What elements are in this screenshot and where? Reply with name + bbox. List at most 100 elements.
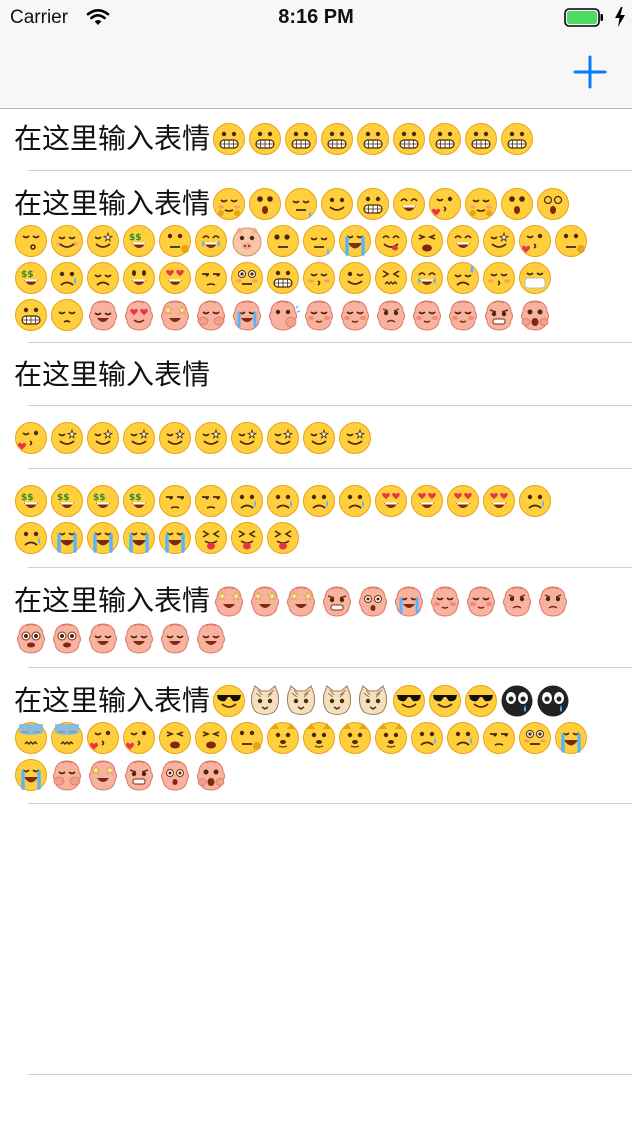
cell-separator xyxy=(28,1074,632,1075)
emoji-row: 在这里输入表情 xyxy=(14,356,618,393)
table-cell[interactable]: 在这里输入表情 xyxy=(0,668,632,804)
pink-dizzy-icon xyxy=(158,758,192,792)
wink-star-icon xyxy=(230,421,264,455)
heart-eyes-icon xyxy=(158,261,192,295)
svg-text:$$: $$ xyxy=(129,493,142,503)
emoji-row xyxy=(14,519,618,556)
table-cell[interactable]: 在这里输入表情 xyxy=(0,568,632,668)
wink-star-icon xyxy=(338,421,372,455)
tears-joy-icon xyxy=(194,224,228,258)
plus-icon xyxy=(573,55,607,89)
doge-icon xyxy=(266,721,300,755)
laugh-icon xyxy=(392,187,426,221)
unamused-icon xyxy=(482,721,516,755)
sad-icon xyxy=(230,484,264,518)
grin-icon xyxy=(464,122,498,156)
table-cell[interactable]: 在这里输入表情 xyxy=(0,343,632,406)
clock-time: 8:16 PM xyxy=(278,6,354,28)
tongue-icon xyxy=(230,521,264,555)
svg-text:$$: $$ xyxy=(93,493,106,503)
cell-text: 在这里输入表情 xyxy=(14,186,211,220)
money-icon: $$ xyxy=(14,261,48,295)
svg-text:$$: $$ xyxy=(57,493,70,503)
heart-eyes-icon xyxy=(410,484,444,518)
sad-icon xyxy=(266,484,300,518)
sleepy-icon xyxy=(284,187,318,221)
table-cell[interactable]: 在这里输入表情 xyxy=(0,108,632,171)
flushed-icon xyxy=(230,261,264,295)
pink-star-icon xyxy=(248,584,282,618)
cool-icon xyxy=(212,684,246,718)
pink-cover-icon xyxy=(50,758,84,792)
sad-icon xyxy=(410,721,444,755)
shy-icon xyxy=(212,187,246,221)
mask-icon xyxy=(518,261,552,295)
tired-icon xyxy=(410,224,444,258)
money-icon: $$ xyxy=(86,484,120,518)
meh-icon xyxy=(14,721,48,755)
wink-star-icon xyxy=(86,224,120,258)
table-cell[interactable] xyxy=(0,406,632,469)
cry-loud-icon xyxy=(86,521,120,555)
pink-eyes-icon xyxy=(14,621,48,655)
wink-icon xyxy=(338,261,372,295)
cry-loud-icon xyxy=(554,721,588,755)
pink-shock-icon xyxy=(194,758,228,792)
grin-icon xyxy=(14,298,48,332)
smiley-icon xyxy=(122,261,156,295)
heart-eyes-icon xyxy=(482,484,516,518)
cry-loud-icon xyxy=(14,758,48,792)
emoji-row: 在这里输入表情 xyxy=(14,120,618,157)
surprised-icon xyxy=(248,187,282,221)
emoji-row: 在这里输入表情 xyxy=(14,582,618,619)
surprised-icon xyxy=(500,187,534,221)
kiss-heart-icon xyxy=(428,187,462,221)
kiss-heart-icon xyxy=(122,721,156,755)
battery-icon xyxy=(564,8,604,27)
panda-icon xyxy=(536,684,570,718)
emoji-row: $$ $$ $$ $$ xyxy=(14,482,618,519)
navigation-bar xyxy=(0,38,632,109)
laugh-icon xyxy=(446,224,480,258)
think-icon xyxy=(158,224,192,258)
grin-icon xyxy=(356,122,390,156)
table-cell[interactable]: 在这里输入表情 $$ $$ xyxy=(0,171,632,343)
sleepy-icon xyxy=(302,224,336,258)
grin-icon xyxy=(356,187,390,221)
money-icon: $$ xyxy=(122,484,156,518)
grin-icon xyxy=(284,122,318,156)
pink-grin-icon xyxy=(86,621,120,655)
svg-text:$$: $$ xyxy=(21,493,34,503)
pink-shock-icon xyxy=(518,298,552,332)
pink-worry-icon xyxy=(536,584,570,618)
pink-shy-icon xyxy=(446,298,480,332)
meh-icon xyxy=(50,721,84,755)
table-cell[interactable]: $$ $$ $$ $$ xyxy=(0,469,632,568)
grin-icon xyxy=(320,122,354,156)
sweat-icon xyxy=(446,261,480,295)
pink-worry-icon xyxy=(500,584,534,618)
think-icon xyxy=(554,224,588,258)
cool-icon xyxy=(464,684,498,718)
cell-text: 在这里输入表情 xyxy=(14,121,211,155)
heart-eyes-icon xyxy=(446,484,480,518)
cool-icon xyxy=(428,684,462,718)
blush-icon xyxy=(50,224,84,258)
wink-star-icon xyxy=(266,421,300,455)
emoji-row: 在这里输入表情 xyxy=(14,185,618,222)
pink-star-icon xyxy=(284,584,318,618)
pink-shy-icon xyxy=(410,298,444,332)
disappointed-icon xyxy=(86,261,120,295)
add-button[interactable] xyxy=(572,54,608,90)
sad-icon xyxy=(50,261,84,295)
sad-icon xyxy=(302,484,336,518)
sad-icon xyxy=(446,721,480,755)
smile-icon xyxy=(320,187,354,221)
pink-worry-icon xyxy=(374,298,408,332)
emoji-row xyxy=(14,756,618,793)
emoji-row xyxy=(14,619,618,656)
tongue-icon xyxy=(266,521,300,555)
cell-text: 在这里输入表情 xyxy=(14,357,211,391)
cat-icon xyxy=(248,684,282,718)
cry-loud-icon xyxy=(50,521,84,555)
